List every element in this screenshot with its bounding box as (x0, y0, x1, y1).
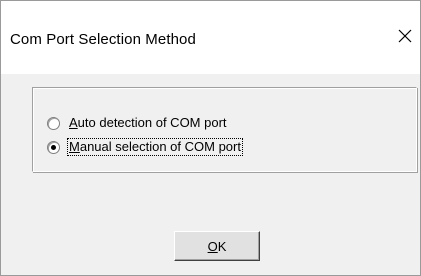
ok-button[interactable]: OK (174, 231, 260, 261)
dialog-body: Auto detection of COM port Manual select… (1, 74, 420, 275)
radio-manual-label[interactable]: Manual selection of COM port (67, 138, 243, 156)
radio-auto-label[interactable]: Auto detection of COM port (68, 115, 228, 131)
close-icon (398, 29, 412, 43)
ok-accel: O (207, 238, 218, 254)
title-bar[interactable]: Com Port Selection Method (1, 1, 420, 74)
radio-auto-detection[interactable]: Auto detection of COM port (47, 115, 228, 131)
port-method-group: Auto detection of COM port Manual select… (32, 87, 417, 172)
radio-manual-selection[interactable]: Manual selection of COM port (47, 138, 243, 156)
radio-manual-circle[interactable] (47, 140, 60, 154)
dialog-window: Com Port Selection Method Auto detection… (0, 0, 421, 276)
window-title: Com Port Selection Method (10, 31, 196, 48)
close-button[interactable] (390, 19, 420, 53)
ok-label: K (217, 238, 227, 254)
radio-auto-circle[interactable] (47, 116, 60, 130)
